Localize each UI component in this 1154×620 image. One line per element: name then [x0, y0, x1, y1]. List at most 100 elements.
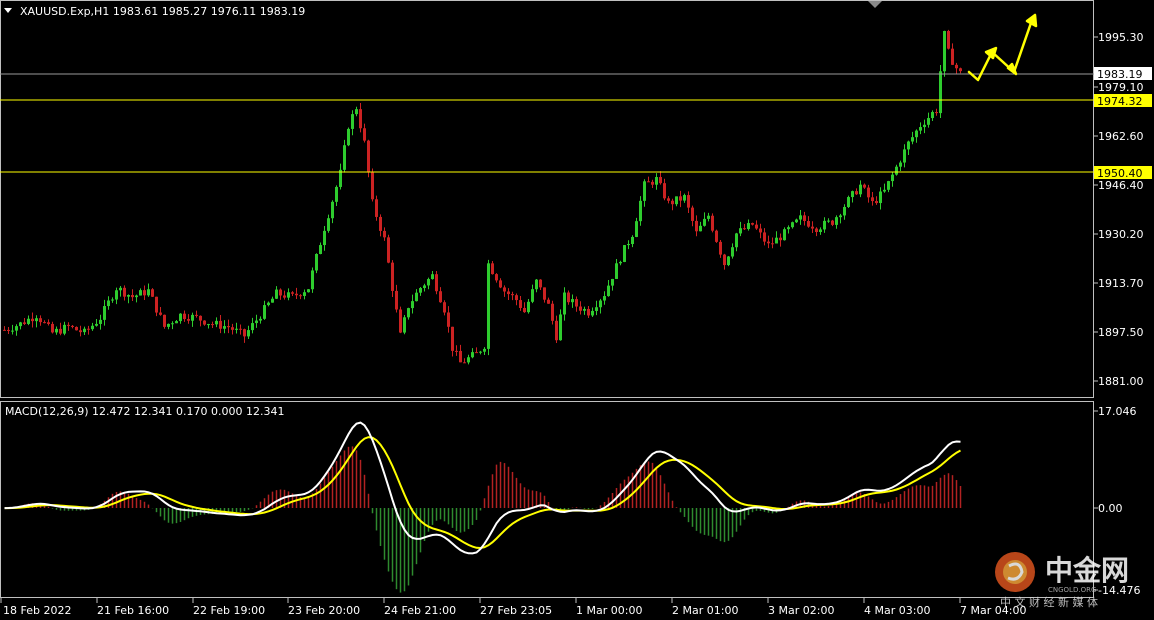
candle-body — [43, 322, 46, 324]
candle-body — [379, 216, 382, 231]
candle-body — [319, 245, 322, 254]
candle-body — [639, 200, 642, 222]
candle-body — [27, 318, 30, 324]
candle-body — [707, 215, 710, 219]
candle-body — [199, 315, 202, 321]
candle-body — [435, 274, 438, 292]
candle-body — [763, 232, 766, 242]
candle-body — [571, 299, 574, 303]
candle-body — [799, 215, 802, 220]
candle-body — [863, 184, 866, 188]
candle-body — [427, 279, 430, 286]
candle-body — [827, 220, 830, 222]
candle-body — [511, 294, 514, 296]
candle-body — [123, 287, 126, 297]
candle-body — [943, 30, 946, 72]
candle-body — [735, 233, 738, 248]
candle-body — [211, 324, 214, 326]
candle-body — [39, 318, 42, 323]
price-tick: 1930.20 — [1098, 228, 1144, 241]
candle-body — [551, 303, 554, 321]
candle-body — [283, 295, 286, 298]
macd-label: MACD(12,26,9) 12.472 12.341 0.170 0.000 … — [5, 405, 284, 418]
candle-body — [635, 221, 638, 237]
candle-body — [383, 230, 386, 238]
candle-body — [575, 299, 578, 307]
candle-body — [307, 289, 310, 293]
candle-body — [555, 320, 558, 341]
candle-body — [531, 289, 534, 302]
candle-body — [547, 299, 550, 304]
candle-body — [31, 318, 34, 322]
candle-body — [795, 219, 798, 223]
candle-body — [807, 220, 810, 227]
watermark-caption: 中 文 财 经 新 媒 体 — [1000, 595, 1098, 609]
candle-body — [939, 71, 942, 114]
candle-body — [35, 318, 38, 322]
candle-body — [535, 279, 538, 290]
candle-body — [259, 318, 262, 321]
time-tick: 22 Feb 19:00 — [193, 604, 265, 617]
candle-body — [95, 323, 98, 326]
candle-body — [119, 287, 122, 291]
candle-body — [387, 237, 390, 263]
candle-body — [623, 245, 626, 262]
candle-body — [227, 326, 230, 328]
candle-body — [583, 308, 586, 311]
candle-body — [419, 288, 422, 293]
candle-body — [471, 352, 474, 358]
candle-body — [147, 289, 150, 296]
candle-body — [755, 224, 758, 229]
candle-body — [235, 328, 238, 330]
candle-body — [491, 263, 494, 275]
candle-body — [139, 290, 142, 296]
candle-body — [907, 141, 910, 150]
candle-body — [903, 149, 906, 163]
candle-body — [923, 124, 926, 128]
candle-body — [851, 191, 854, 198]
candle-body — [559, 314, 562, 341]
candle-body — [47, 322, 50, 324]
candle-body — [627, 244, 630, 246]
candle-body — [179, 313, 182, 322]
price-tick: 1897.50 — [1098, 326, 1144, 339]
candle-body — [631, 236, 634, 245]
candle-body — [915, 130, 918, 138]
candle-body — [719, 241, 722, 255]
candle-body — [759, 228, 762, 233]
candle-body — [251, 323, 254, 331]
candle-body — [451, 326, 454, 351]
candle-body — [267, 302, 270, 306]
candle-body — [327, 218, 330, 231]
time-tick: 2 Mar 01:00 — [672, 604, 738, 617]
candle-body — [99, 319, 102, 324]
candle-body — [887, 181, 890, 190]
candle-body — [667, 198, 670, 201]
candle-body — [79, 330, 82, 333]
candle-body — [775, 237, 778, 244]
candle-body — [167, 323, 170, 327]
candle-body — [483, 348, 486, 352]
candle-body — [67, 324, 70, 326]
candle-body — [223, 326, 226, 329]
candle-body — [823, 220, 826, 230]
candle-body — [315, 253, 318, 271]
candle-body — [599, 300, 602, 308]
candle-body — [243, 329, 246, 337]
candle-body — [563, 292, 566, 315]
candle-body — [847, 197, 850, 207]
candle-body — [951, 48, 954, 65]
candle-body — [743, 228, 746, 230]
candle-body — [343, 145, 346, 170]
time-tick: 27 Feb 23:05 — [480, 604, 552, 617]
candle-body — [367, 140, 370, 173]
candle-body — [63, 324, 66, 334]
time-tick: 23 Feb 20:00 — [288, 604, 360, 617]
candle-body — [299, 295, 302, 297]
candle-body — [567, 292, 570, 303]
candle-body — [195, 314, 198, 316]
chart-canvas: XAUUSD.Exp,H1 1983.61 1985.27 1976.11 19… — [0, 0, 1154, 620]
candle-body — [407, 308, 410, 318]
candle-body — [3, 329, 6, 331]
candle-body — [219, 320, 222, 329]
